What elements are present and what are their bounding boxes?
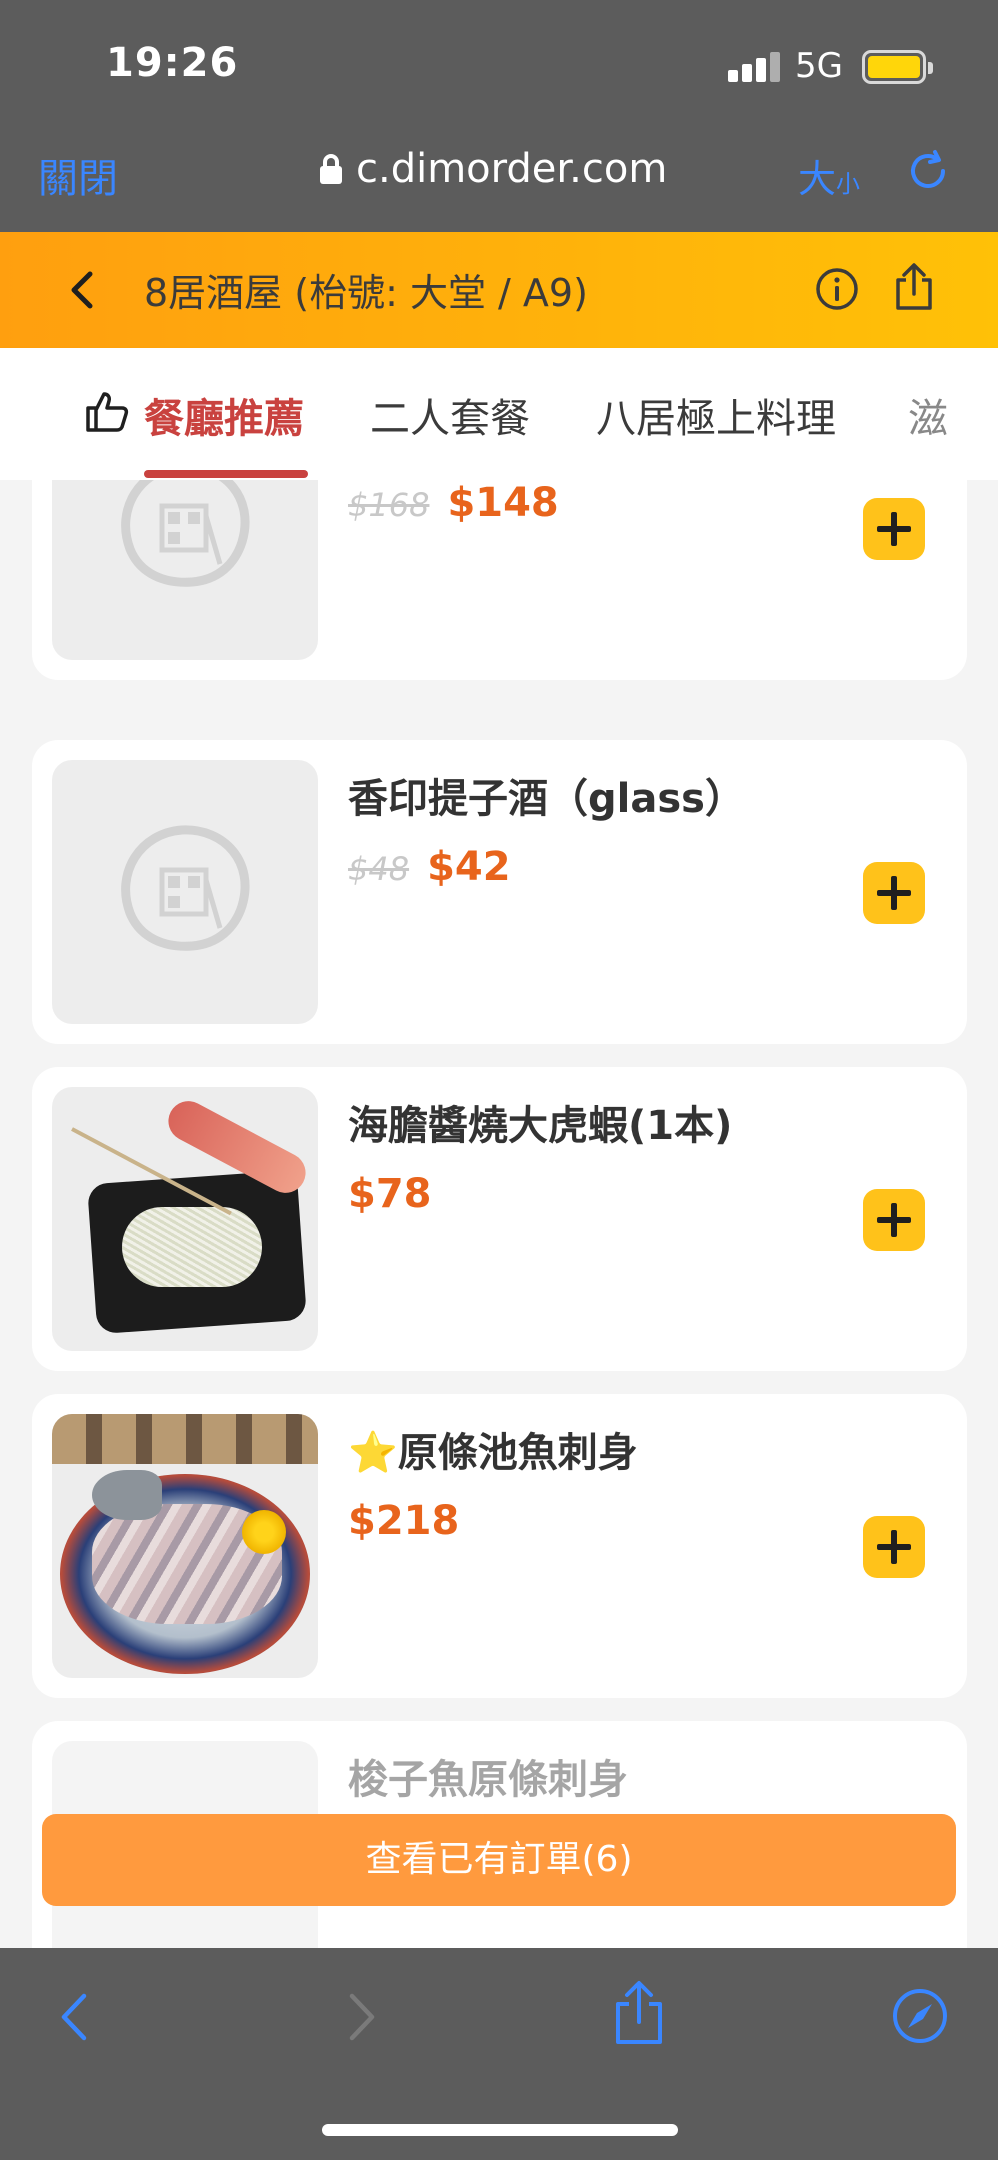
dish-photo [52,1414,318,1678]
dish-image-placeholder [52,480,318,660]
close-button[interactable]: 關閉 [38,146,118,204]
network-label: 5G [795,46,843,86]
nav-forward-icon[interactable] [344,1990,380,2044]
back-icon[interactable] [62,268,102,312]
nav-back-icon[interactable] [56,1990,92,2044]
lock-icon [320,154,342,184]
restaurant-header: 8居酒屋 (枱號: 大堂 / A9) [0,232,998,348]
placeholder-logo-icon [121,825,250,951]
price-group: $218 [348,1498,459,1544]
signal-icon [728,52,780,82]
dish-name: 海膽醬燒大虎蝦(1本) [348,1103,733,1149]
dish-name: 梭子魚原條刺身 [348,1757,628,1803]
category-tabs: 餐廳推薦 二人套餐 八居極上料理 滋 [0,348,998,480]
current-price: $42 [427,844,511,890]
original-price: $168 [348,486,430,524]
price-group: $48 $42 [348,844,511,890]
url-text: c.dimorder.com [356,146,668,192]
placeholder-logo-icon [121,480,250,587]
text-size-big: 大 [798,157,837,201]
add-to-cart-button[interactable] [863,1516,925,1578]
compass-icon[interactable] [892,1988,948,2044]
text-size-small: 小 [836,170,861,198]
battery-icon [862,50,933,84]
restaurant-title: 8居酒屋 (枱號: 大堂 / A9) [144,271,588,315]
view-orders-button[interactable]: 查看已有訂單(6) [42,1814,956,1906]
menu-list[interactable]: $168 $148 香印提子酒（glass） $48 $42 海膽醬燒大虎蝦(1… [0,480,998,1948]
thumbs-up-icon [86,392,129,432]
tab-premium-dishes[interactable]: 八居極上料理 [596,386,836,444]
current-price: $218 [348,1498,460,1544]
add-to-cart-button[interactable] [863,862,925,924]
dish-name: ⭐原條池魚刺身 [348,1430,638,1476]
reload-icon[interactable] [905,148,951,194]
browser-bottom-bar [0,1948,998,2160]
menu-item-card[interactable]: 香印提子酒（glass） $48 $42 [32,740,967,1044]
tab-next-category[interactable]: 滋 [908,386,948,444]
text-size-button[interactable]: 大小 [798,148,860,203]
menu-item-card[interactable]: $168 $148 [32,480,967,680]
dish-name: 香印提子酒（glass） [348,776,745,822]
dish-image-placeholder [52,760,318,1024]
active-tab-indicator [144,470,308,478]
address-bar[interactable]: c.dimorder.com [320,146,667,192]
share-icon[interactable] [892,262,936,312]
add-to-cart-button[interactable] [863,498,925,560]
info-icon[interactable] [814,266,860,312]
original-price: $48 [348,850,410,888]
status-time: 19:26 [106,40,239,86]
share-icon[interactable] [612,1980,666,2046]
tab-recommended[interactable]: 餐廳推薦 [144,386,304,444]
dish-photo [52,1087,318,1351]
current-price: $78 [348,1171,432,1217]
price-group: $168 $148 [348,480,559,526]
add-to-cart-button[interactable] [863,1189,925,1251]
menu-item-card[interactable]: ⭐原條池魚刺身 $218 [32,1394,967,1698]
browser-top-bar: 19:26 5G 關閉 c.dimorder.com 大小 [0,0,998,232]
tab-set-for-two[interactable]: 二人套餐 [370,386,530,444]
current-price: $148 [447,480,559,526]
price-group: $78 [348,1171,432,1217]
home-indicator [322,2124,678,2136]
menu-item-card[interactable]: 海膽醬燒大虎蝦(1本) $78 [32,1067,967,1371]
